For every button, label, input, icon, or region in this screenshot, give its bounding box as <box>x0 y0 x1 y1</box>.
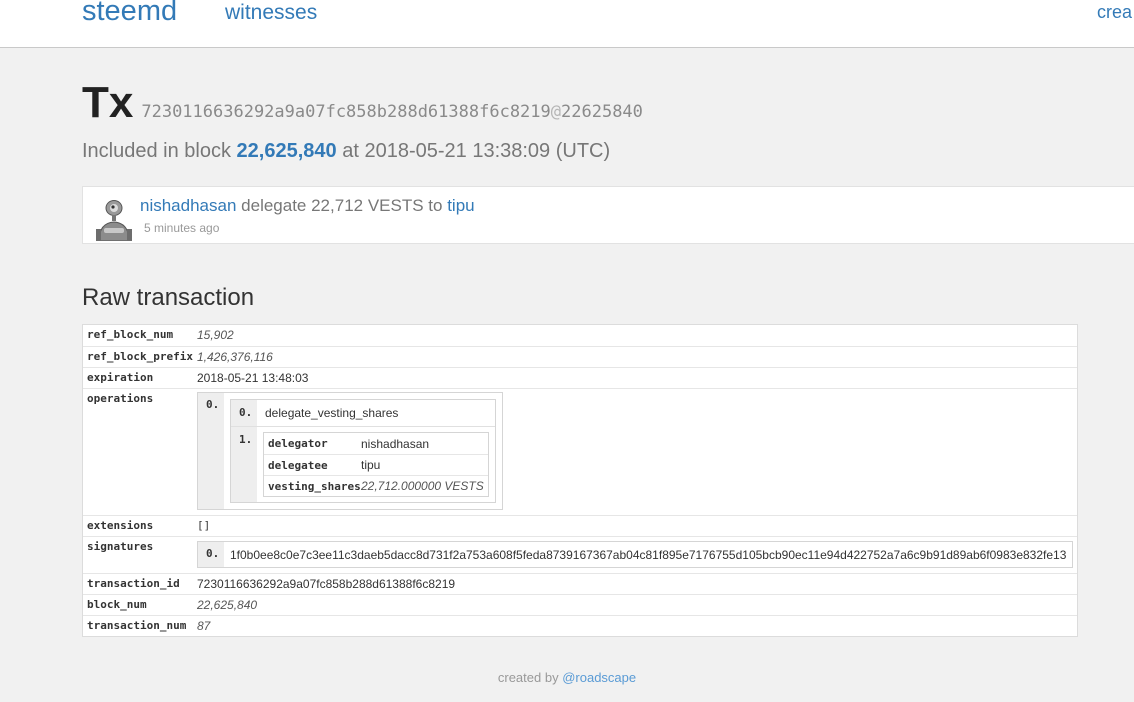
list-item: 0. delegate_vesting_shares <box>231 400 495 426</box>
table-row: extensions [] <box>83 515 1077 536</box>
robot-avatar-icon[interactable] <box>91 195 137 241</box>
operation-type: delegate_vesting_shares <box>265 406 399 420</box>
list-index: 1. <box>231 427 257 502</box>
signature-value: 1f0b0ee8c0e7c3ee11c3daeb5dacc8d731f2a753… <box>230 548 1067 562</box>
footer: created by @roadscape <box>0 670 1134 685</box>
nav-witnesses-link[interactable]: witnesses <box>225 1 317 25</box>
operation-time: 5 minutes ago <box>144 221 220 235</box>
tx-hash-id: 7230116636292a9a07fc858b288d61388f6c8219 <box>141 102 551 122</box>
field-key: extensions <box>87 519 154 532</box>
tx-block-ref: 22625840 <box>561 102 643 122</box>
field-value: 2018-05-21 13:48:03 <box>197 371 309 385</box>
operation-params: delegator nishadhasan delegatee tipu ves… <box>263 432 489 497</box>
field-key: ref_block_num <box>87 328 174 341</box>
delegatee-link[interactable]: tipu <box>447 196 474 215</box>
navbar: steemd witnesses crea <box>0 0 1134 48</box>
table-row: signatures 0. 1f0b0ee8c0e7c3ee11c3daeb5d… <box>83 536 1077 573</box>
table-row: expiration 2018-05-21 13:48:03 <box>83 367 1077 388</box>
field-key: expiration <box>87 371 154 384</box>
param-row: delegatee tipu <box>264 454 488 475</box>
field-value: 15,902 <box>197 328 234 342</box>
field-value: 7230116636292a9a07fc858b288d61388f6c8219 <box>197 577 456 591</box>
table-row: transaction_id 7230116636292a9a07fc858b2… <box>83 573 1077 594</box>
nav-create-link[interactable]: crea <box>1097 2 1132 23</box>
field-value: 1,426,376,116 <box>197 350 273 364</box>
page-title: Tx 7230116636292a9a07fc858b288d61388f6c82… <box>82 78 643 128</box>
operations-value: 0. 0. delegate_vesting_shares 1. delegat… <box>193 389 1077 515</box>
raw-transaction-heading: Raw transaction <box>82 284 255 311</box>
list-index: 0. <box>198 393 224 509</box>
table-row: block_num 22,625,840 <box>83 594 1077 615</box>
field-key: ref_block_prefix <box>87 350 193 363</box>
footer-prefix: created by <box>497 670 559 685</box>
operation-card: nishadhasan delegate 22,712 VESTS to tip… <box>82 186 1134 244</box>
signature-list: 0. 1f0b0ee8c0e7c3ee11c3daeb5dacc8d731f2a… <box>197 541 1073 568</box>
delegator-link[interactable]: nishadhasan <box>140 196 236 215</box>
operation-summary: nishadhasan delegate 22,712 VESTS to tip… <box>140 196 475 216</box>
operation-tuple: 0. delegate_vesting_shares 1. delegator … <box>230 399 496 503</box>
tx-at-sign: @ <box>550 102 562 122</box>
param-value: 22,712.000000 VESTS <box>361 479 484 493</box>
signatures-value: 0. 1f0b0ee8c0e7c3ee11c3daeb5dacc8d731f2a… <box>193 537 1077 573</box>
list-item: 1. delegator nishadhasan delegatee tipu <box>231 426 495 502</box>
table-row: transaction_num 87 <box>83 615 1077 636</box>
tx-label: Tx <box>82 78 134 127</box>
field-key: transaction_id <box>87 577 180 590</box>
block-link[interactable]: 22,625,840 <box>237 140 337 162</box>
footer-author-link[interactable]: @roadscape <box>562 670 636 685</box>
param-key: delegator <box>268 437 328 450</box>
param-key: delegatee <box>268 458 328 472</box>
table-row: operations 0. 0. delegate_vesting_shares… <box>83 388 1077 515</box>
list-index: 0. <box>231 400 257 426</box>
operation-item: 0. delegate_vesting_shares 1. delegator … <box>224 393 502 509</box>
field-key: signatures <box>87 540 154 553</box>
raw-transaction-table: ref_block_num 15,902 ref_block_prefix 1,… <box>82 324 1078 637</box>
param-row: vesting_shares 22,712.000000 VESTS <box>264 475 488 496</box>
included-prefix: Included in block <box>82 140 231 162</box>
field-value: [] <box>197 519 211 532</box>
table-row: ref_block_prefix 1,426,376,116 <box>83 346 1077 367</box>
param-key: vesting_shares <box>268 479 361 493</box>
included-in-block: Included in block 22,625,840 at 2018-05-… <box>82 140 610 163</box>
operations-list: 0. 0. delegate_vesting_shares 1. delegat… <box>197 392 503 510</box>
field-key: block_num <box>87 598 147 611</box>
param-value: nishadhasan <box>361 436 430 451</box>
operation-action: delegate 22,712 VESTS to <box>241 196 443 215</box>
list-index: 0. <box>198 542 224 567</box>
param-row: delegator nishadhasan <box>264 433 488 454</box>
field-key: operations <box>87 392 154 405</box>
field-key: transaction_num <box>87 619 187 632</box>
tx-hash: 7230116636292a9a07fc858b288d61388f6c8219… <box>141 102 643 122</box>
param-value: tipu <box>361 458 381 472</box>
table-row: ref_block_num 15,902 <box>83 325 1077 346</box>
field-value: 22,625,840 <box>197 598 258 612</box>
brand-link[interactable]: steemd <box>82 0 177 28</box>
field-value: 87 <box>197 619 211 633</box>
included-suffix: at 2018-05-21 13:38:09 (UTC) <box>342 140 611 162</box>
